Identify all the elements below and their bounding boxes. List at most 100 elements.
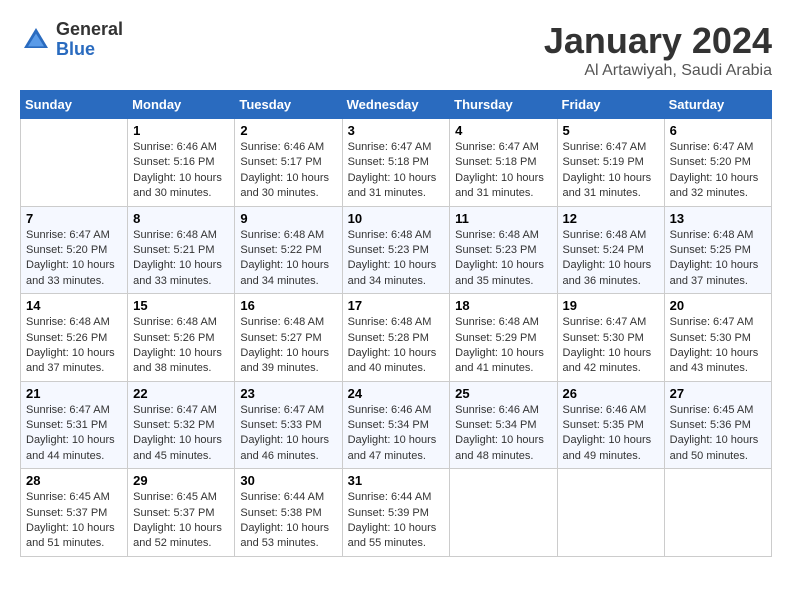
col-header-monday: Monday xyxy=(128,91,235,119)
day-info: Sunrise: 6:45 AM Sunset: 5:37 PM Dayligh… xyxy=(26,490,122,552)
calendar-cell: 7Sunrise: 6:47 AM Sunset: 5:20 PM Daylig… xyxy=(21,206,128,294)
calendar-cell xyxy=(450,469,557,557)
calendar-cell: 30Sunrise: 6:44 AM Sunset: 5:38 PM Dayli… xyxy=(235,469,342,557)
logo-icon xyxy=(20,24,52,56)
calendar-cell: 5 Sunrise: 6:47 AM Sunset: 5:19 PM Daylig… xyxy=(557,119,664,207)
logo-text: General Blue xyxy=(56,20,123,60)
day-info: Sunrise: 6:48 AM Sunset: 5:25 PM Dayligh… xyxy=(670,228,766,290)
day-info: Sunrise: 6:47 AM Sunset: 5:20 PM Dayligh… xyxy=(670,140,766,202)
calendar-cell: 13 Sunrise: 6:48 AM Sunset: 5:25 PM Dayli… xyxy=(664,206,771,294)
day-info: Sunrise: 6:46 AM Sunset: 5:34 PM Dayligh… xyxy=(455,403,551,465)
day-info: Sunrise: 6:44 AM Sunset: 5:39 PM Dayligh… xyxy=(348,490,445,552)
calendar-cell: 15 Sunrise: 6:48 AM Sunset: 5:26 PM Dayli… xyxy=(128,294,235,382)
day-number: 16 xyxy=(240,298,336,313)
day-number: 4 xyxy=(455,123,551,138)
day-number: 25 xyxy=(455,386,551,401)
calendar-cell xyxy=(664,469,771,557)
day-number: 11 xyxy=(455,211,551,226)
day-number: 20 xyxy=(670,298,766,313)
calendar-cell: 1 Sunrise: 6:46 AM Sunset: 5:16 PM Daylig… xyxy=(128,119,235,207)
calendar-cell: 3 Sunrise: 6:47 AM Sunset: 5:18 PM Daylig… xyxy=(342,119,450,207)
calendar-cell: 6 Sunrise: 6:47 AM Sunset: 5:20 PM Daylig… xyxy=(664,119,771,207)
day-number: 13 xyxy=(670,211,766,226)
calendar-cell: 11 Sunrise: 6:48 AM Sunset: 5:23 PM Dayli… xyxy=(450,206,557,294)
day-number: 8 xyxy=(133,211,229,226)
day-number: 6 xyxy=(670,123,766,138)
logo-blue-text: Blue xyxy=(56,40,123,60)
calendar-cell xyxy=(557,469,664,557)
day-info: Sunrise: 6:47 AM Sunset: 5:32 PM Dayligh… xyxy=(133,403,229,465)
col-header-wednesday: Wednesday xyxy=(342,91,450,119)
day-number: 1 xyxy=(133,123,229,138)
day-info: Sunrise: 6:47 AM Sunset: 5:33 PM Dayligh… xyxy=(240,403,336,465)
day-info: Sunrise: 6:48 AM Sunset: 5:29 PM Dayligh… xyxy=(455,315,551,377)
logo-general: General xyxy=(56,20,123,40)
calendar-cell: 10Sunrise: 6:48 AM Sunset: 5:23 PM Dayli… xyxy=(342,206,450,294)
day-info: Sunrise: 6:46 AM Sunset: 5:17 PM Dayligh… xyxy=(240,140,336,202)
col-header-sunday: Sunday xyxy=(21,91,128,119)
day-info: Sunrise: 6:47 AM Sunset: 5:19 PM Dayligh… xyxy=(563,140,659,202)
day-info: Sunrise: 6:48 AM Sunset: 5:26 PM Dayligh… xyxy=(26,315,122,377)
calendar-cell: 9 Sunrise: 6:48 AM Sunset: 5:22 PM Daylig… xyxy=(235,206,342,294)
day-number: 2 xyxy=(240,123,336,138)
day-info: Sunrise: 6:45 AM Sunset: 5:36 PM Dayligh… xyxy=(670,403,766,465)
location-subtitle: Al Artawiyah, Saudi Arabia xyxy=(544,62,772,80)
day-number: 12 xyxy=(563,211,659,226)
day-info: Sunrise: 6:48 AM Sunset: 5:23 PM Dayligh… xyxy=(348,228,445,290)
calendar-cell: 19 Sunrise: 6:47 AM Sunset: 5:30 PM Dayli… xyxy=(557,294,664,382)
day-info: Sunrise: 6:46 AM Sunset: 5:35 PM Dayligh… xyxy=(563,403,659,465)
day-number: 27 xyxy=(670,386,766,401)
col-header-tuesday: Tuesday xyxy=(235,91,342,119)
calendar-cell: 24 Sunrise: 6:46 AM Sunset: 5:34 PM Dayli… xyxy=(342,381,450,469)
day-info: Sunrise: 6:45 AM Sunset: 5:37 PM Dayligh… xyxy=(133,490,229,552)
day-info: Sunrise: 6:47 AM Sunset: 5:30 PM Dayligh… xyxy=(563,315,659,377)
calendar-cell: 25 Sunrise: 6:46 AM Sunset: 5:34 PM Dayli… xyxy=(450,381,557,469)
calendar-cell: 4 Sunrise: 6:47 AM Sunset: 5:18 PM Daylig… xyxy=(450,119,557,207)
title-block: January 2024 Al Artawiyah, Saudi Arabia xyxy=(544,20,772,80)
day-info: Sunrise: 6:47 AM Sunset: 5:31 PM Dayligh… xyxy=(26,403,122,465)
day-info: Sunrise: 6:47 AM Sunset: 5:18 PM Dayligh… xyxy=(455,140,551,202)
calendar-cell: 20 Sunrise: 6:47 AM Sunset: 5:30 PM Dayli… xyxy=(664,294,771,382)
calendar-table: SundayMondayTuesdayWednesdayThursdayFrid… xyxy=(20,90,772,557)
calendar-cell: 23Sunrise: 6:47 AM Sunset: 5:33 PM Dayli… xyxy=(235,381,342,469)
calendar-cell: 22Sunrise: 6:47 AM Sunset: 5:32 PM Dayli… xyxy=(128,381,235,469)
day-number: 3 xyxy=(348,123,445,138)
logo: General Blue xyxy=(20,20,123,60)
day-number: 15 xyxy=(133,298,229,313)
calendar-week-4: 21 Sunrise: 6:47 AM Sunset: 5:31 PM Dayli… xyxy=(21,381,772,469)
day-number: 31 xyxy=(348,473,445,488)
calendar-header-row: SundayMondayTuesdayWednesdayThursdayFrid… xyxy=(21,91,772,119)
calendar-cell: 8Sunrise: 6:48 AM Sunset: 5:21 PM Daylig… xyxy=(128,206,235,294)
calendar-cell: 27 Sunrise: 6:45 AM Sunset: 5:36 PM Dayli… xyxy=(664,381,771,469)
day-info: Sunrise: 6:44 AM Sunset: 5:38 PM Dayligh… xyxy=(240,490,336,552)
calendar-week-1: 1 Sunrise: 6:46 AM Sunset: 5:16 PM Daylig… xyxy=(21,119,772,207)
day-info: Sunrise: 6:48 AM Sunset: 5:27 PM Dayligh… xyxy=(240,315,336,377)
day-info: Sunrise: 6:48 AM Sunset: 5:26 PM Dayligh… xyxy=(133,315,229,377)
day-info: Sunrise: 6:47 AM Sunset: 5:18 PM Dayligh… xyxy=(348,140,445,202)
day-number: 5 xyxy=(563,123,659,138)
day-info: Sunrise: 6:47 AM Sunset: 5:30 PM Dayligh… xyxy=(670,315,766,377)
col-header-saturday: Saturday xyxy=(664,91,771,119)
day-number: 19 xyxy=(563,298,659,313)
day-info: Sunrise: 6:46 AM Sunset: 5:16 PM Dayligh… xyxy=(133,140,229,202)
day-number: 7 xyxy=(26,211,122,226)
day-number: 24 xyxy=(348,386,445,401)
day-info: Sunrise: 6:46 AM Sunset: 5:34 PM Dayligh… xyxy=(348,403,445,465)
calendar-cell: 28 Sunrise: 6:45 AM Sunset: 5:37 PM Dayli… xyxy=(21,469,128,557)
calendar-cell: 29Sunrise: 6:45 AM Sunset: 5:37 PM Dayli… xyxy=(128,469,235,557)
day-number: 21 xyxy=(26,386,122,401)
calendar-cell xyxy=(21,119,128,207)
calendar-cell: 18Sunrise: 6:48 AM Sunset: 5:29 PM Dayli… xyxy=(450,294,557,382)
day-info: Sunrise: 6:48 AM Sunset: 5:22 PM Dayligh… xyxy=(240,228,336,290)
day-number: 28 xyxy=(26,473,122,488)
day-number: 17 xyxy=(348,298,445,313)
page-header: General Blue January 2024 Al Artawiyah, … xyxy=(20,20,772,80)
day-info: Sunrise: 6:48 AM Sunset: 5:28 PM Dayligh… xyxy=(348,315,445,377)
calendar-cell: 14Sunrise: 6:48 AM Sunset: 5:26 PM Dayli… xyxy=(21,294,128,382)
col-header-thursday: Thursday xyxy=(450,91,557,119)
col-header-friday: Friday xyxy=(557,91,664,119)
day-number: 9 xyxy=(240,211,336,226)
day-info: Sunrise: 6:48 AM Sunset: 5:23 PM Dayligh… xyxy=(455,228,551,290)
calendar-week-5: 28 Sunrise: 6:45 AM Sunset: 5:37 PM Dayli… xyxy=(21,469,772,557)
day-info: Sunrise: 6:48 AM Sunset: 5:24 PM Dayligh… xyxy=(563,228,659,290)
